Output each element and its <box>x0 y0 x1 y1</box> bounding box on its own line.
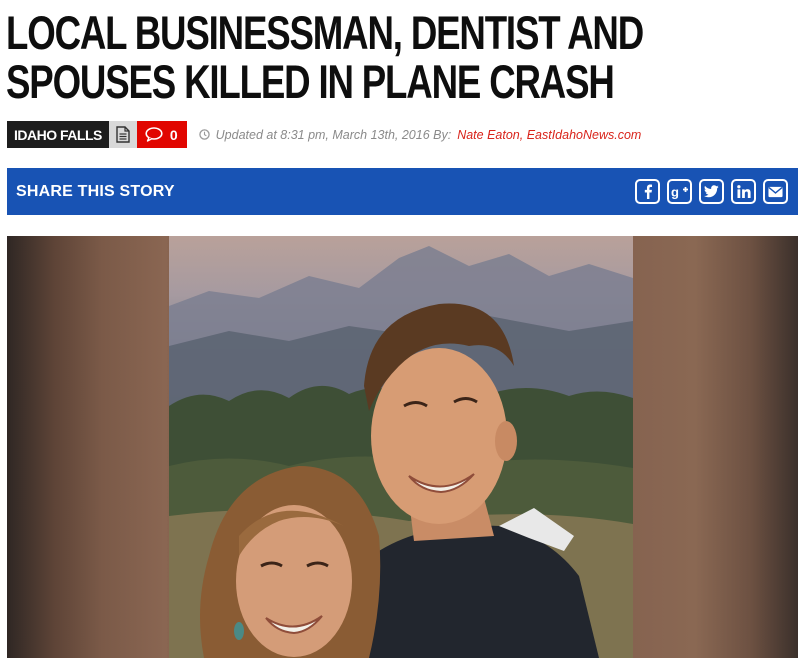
clock-icon <box>198 129 210 140</box>
article-headline: LOCAL BUSINESSMAN, DENTIST AND SPOUSES K… <box>6 6 644 108</box>
svg-text:g: g <box>671 185 679 200</box>
share-icons: g <box>635 179 788 204</box>
featured-image <box>7 236 798 658</box>
comments-button[interactable]: 0 <box>136 121 187 148</box>
share-label: SHARE THIS STORY <box>16 182 175 200</box>
article-meta: IDAHO FALLS 0 Updated at 8:31 pm, March … <box>7 121 641 148</box>
print-button[interactable] <box>108 121 137 148</box>
updated-info: Updated at 8:31 pm, March 13th, 2016 By:… <box>198 127 641 142</box>
couple-photo <box>169 236 633 658</box>
facebook-icon[interactable] <box>635 179 660 204</box>
category-tag[interactable]: IDAHO FALLS <box>7 121 109 148</box>
updated-text: Updated at 8:31 pm, March 13th, 2016 By: <box>215 127 452 142</box>
google-plus-icon[interactable]: g <box>667 179 692 204</box>
author-link[interactable]: Nate Eaton, EastIdahoNews.com <box>457 128 641 142</box>
twitter-icon[interactable] <box>699 179 724 204</box>
email-icon[interactable] <box>763 179 788 204</box>
share-bar: SHARE THIS STORY g <box>7 168 798 215</box>
comment-icon <box>145 127 163 142</box>
linkedin-icon[interactable] <box>731 179 756 204</box>
comment-count: 0 <box>169 126 178 143</box>
document-icon <box>116 126 130 143</box>
